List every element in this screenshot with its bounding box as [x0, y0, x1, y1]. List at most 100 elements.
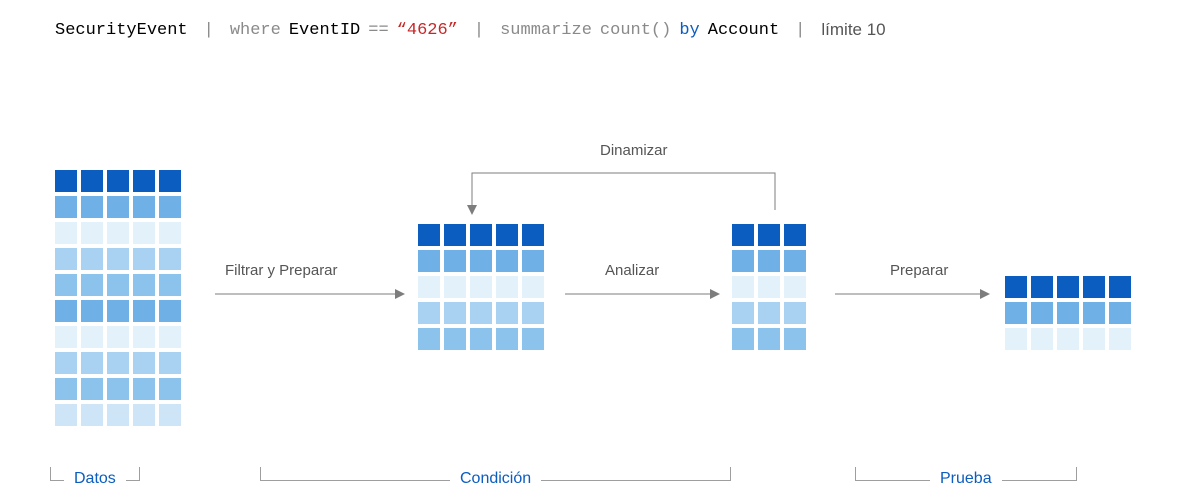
grid-cell: [81, 326, 103, 348]
grid-cell: [55, 274, 77, 296]
grid-cell: [107, 248, 129, 270]
grid-cell: [133, 196, 155, 218]
token-field: EventID: [289, 21, 360, 40]
grid-cell: [81, 378, 103, 400]
grid-cell: [1005, 328, 1027, 350]
grid-cell: [758, 250, 780, 272]
grid-cell: [496, 328, 518, 350]
token-pipe-2: |: [466, 21, 492, 40]
grid-cell: [81, 404, 103, 426]
grid-cell: [159, 300, 181, 322]
grid-cell: [444, 302, 466, 324]
grid-cell: [496, 302, 518, 324]
token-by: by: [679, 21, 699, 40]
data-grid: [55, 170, 181, 426]
section-condition-label: Condición: [450, 470, 541, 488]
grid-cell: [1031, 276, 1053, 298]
grid-cell: [522, 328, 544, 350]
grid-cell: [107, 378, 129, 400]
grid-cell: [732, 302, 754, 324]
grid-cell: [107, 404, 129, 426]
grid-cell: [159, 170, 181, 192]
grid-cell: [133, 352, 155, 374]
grid-cell: [1083, 276, 1105, 298]
grid-cell: [81, 248, 103, 270]
grid-cell: [81, 352, 103, 374]
grid-row: [418, 328, 544, 350]
grid-cell: [133, 300, 155, 322]
grid-cell: [107, 300, 129, 322]
grid-cell: [758, 276, 780, 298]
grid-cell: [496, 276, 518, 298]
grid-cell: [55, 300, 77, 322]
grid-row: [1005, 328, 1131, 350]
grid-row: [732, 328, 806, 350]
grid-row: [418, 276, 544, 298]
grid-cell: [159, 404, 181, 426]
grid-cell: [418, 250, 440, 272]
grid-cell: [107, 222, 129, 244]
grid-cell: [133, 274, 155, 296]
token-pipe-1: |: [196, 21, 222, 40]
token-account: Account: [708, 21, 779, 40]
grid-cell: [732, 224, 754, 246]
filtered-grid: [418, 224, 544, 350]
grid-cell: [418, 302, 440, 324]
label-analyze: Analizar: [605, 262, 659, 279]
grid-cell: [1031, 328, 1053, 350]
section-data-label: Datos: [64, 470, 126, 488]
grid-row: [732, 302, 806, 324]
section-evidence-label: Prueba: [930, 470, 1002, 488]
grid-cell: [784, 224, 806, 246]
grid-cell: [159, 326, 181, 348]
grid-cell: [1005, 276, 1027, 298]
token-table: SecurityEvent: [55, 21, 188, 40]
grid-cell: [81, 274, 103, 296]
evidence-grid: [1005, 276, 1131, 350]
grid-cell: [444, 276, 466, 298]
token-count: count(): [600, 21, 671, 40]
grid-cell: [107, 326, 129, 348]
grid-row: [55, 196, 181, 218]
grid-cell: [784, 276, 806, 298]
grid-cell: [133, 222, 155, 244]
token-summarize: summarize: [500, 21, 592, 40]
grid-row: [55, 222, 181, 244]
grid-cell: [784, 302, 806, 324]
grid-cell: [1083, 302, 1105, 324]
grid-cell: [1057, 328, 1079, 350]
token-limit: límite 10: [821, 20, 885, 40]
grid-cell: [1109, 302, 1131, 324]
grid-cell: [159, 378, 181, 400]
grid-cell: [1005, 302, 1027, 324]
grid-cell: [55, 352, 77, 374]
grid-row: [732, 224, 806, 246]
grid-cell: [55, 378, 77, 400]
grid-cell: [470, 224, 492, 246]
grid-cell: [133, 378, 155, 400]
grid-cell: [107, 274, 129, 296]
grid-cell: [470, 328, 492, 350]
arrow-prepare: [835, 288, 990, 300]
grid-cell: [522, 276, 544, 298]
grid-cell: [470, 250, 492, 272]
grid-cell: [159, 352, 181, 374]
arrow-filter-prepare: [215, 288, 405, 300]
grid-cell: [418, 224, 440, 246]
grid-cell: [159, 274, 181, 296]
token-value: “4626”: [397, 21, 458, 40]
grid-row: [418, 302, 544, 324]
grid-cell: [496, 250, 518, 272]
grid-row: [55, 300, 181, 322]
grid-cell: [732, 328, 754, 350]
grid-cell: [1083, 328, 1105, 350]
arrow-pivot: [460, 165, 800, 220]
grid-cell: [81, 222, 103, 244]
grid-cell: [758, 328, 780, 350]
grid-cell: [159, 248, 181, 270]
grid-cell: [418, 328, 440, 350]
grid-cell: [107, 196, 129, 218]
grid-cell: [732, 250, 754, 272]
grid-cell: [444, 224, 466, 246]
grid-cell: [1057, 302, 1079, 324]
